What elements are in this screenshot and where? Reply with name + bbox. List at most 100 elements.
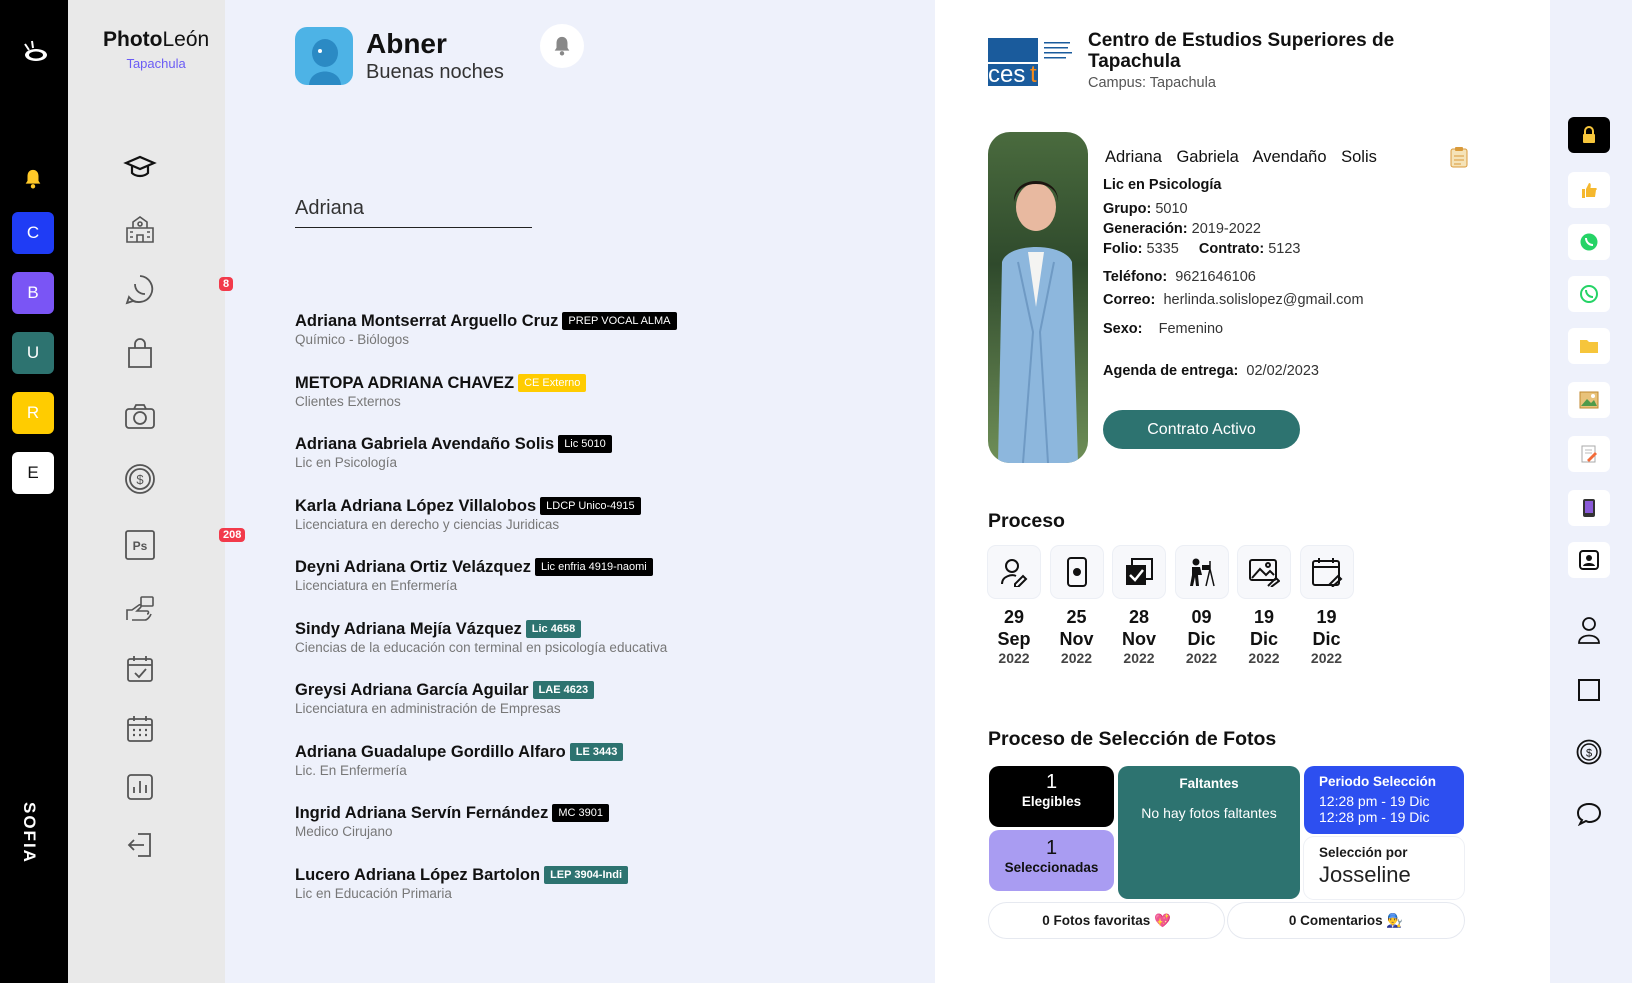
process-step[interactable]: 19 Dic 2022 [1238, 546, 1290, 666]
student-group: Grupo: 5010 [1103, 201, 1188, 217]
clipboard-icon[interactable] [1450, 146, 1468, 168]
svg-text:$: $ [1586, 748, 1592, 760]
selected-photos-card[interactable]: 1 Seleccionadas [989, 830, 1114, 891]
search-result-item[interactable]: Adriana Gabriela Avendaño Solis Lic 5010 L… [295, 435, 915, 497]
student-program: Lic en Psicología [1103, 177, 1222, 193]
workspace-c-button[interactable]: C [12, 212, 54, 254]
workspace-r-button[interactable]: R [12, 392, 54, 434]
svg-text:t: t [1030, 61, 1037, 86]
search-result-item[interactable]: Adriana Guadalupe Gordillo Alfaro LE 3443… [295, 742, 915, 805]
search-result-item[interactable]: Greysi Adriana García Aguilar LAE 4623 Lic… [295, 681, 915, 743]
user-icon[interactable] [1568, 612, 1610, 648]
missing-photos-card[interactable]: Faltantes No hay fotos faltantes [1118, 766, 1300, 899]
contact-card-icon[interactable] [1568, 542, 1610, 578]
result-name: Ingrid Adriana Servín Fernández [295, 804, 549, 822]
step-day: 29 [1003, 607, 1025, 627]
favorites-pill[interactable]: 0 Fotos favoritas 💖 [989, 903, 1224, 938]
process-step[interactable]: 19 Dic 2022 [1300, 546, 1353, 666]
step-year: 2022 [1185, 650, 1218, 666]
result-tag: LAE 4623 [532, 681, 595, 699]
school-building-icon[interactable] [123, 212, 157, 246]
result-name: Sindy Adriana Mejía Vázquez [295, 619, 522, 638]
result-tag: CE Externo [518, 373, 587, 392]
mobile-phone-icon[interactable] [1568, 490, 1610, 526]
comments-pill[interactable]: 0 Comentarios 👨‍🔧 [1228, 903, 1464, 938]
greeting-text: Buenas noches [366, 61, 504, 83]
result-program: Licenciatura en derecho y ciencias Jurid… [295, 516, 560, 532]
coin-icon[interactable]: $ [1568, 734, 1610, 770]
step-year: 2022 [1310, 650, 1343, 666]
eligible-photos-card[interactable]: 1 Elegibles [989, 766, 1114, 827]
student-photo[interactable] [988, 132, 1088, 463]
svg-text:Ps: Ps [133, 539, 148, 553]
graduation-cap-icon[interactable] [123, 150, 157, 184]
photographer-icon [1175, 546, 1228, 598]
step-year: 2022 [1248, 650, 1280, 666]
workspace-b-button[interactable]: B [12, 272, 54, 314]
process-step[interactable]: 09 Dic 2022 [1175, 546, 1228, 666]
workspace-e-button[interactable]: E [12, 452, 54, 494]
main-sidebar: PhotoLeón Tapachula 8 $ Ps 208 [68, 0, 246, 983]
dollar-coin-icon[interactable]: $ [123, 462, 157, 496]
photo-edit-icon [1238, 546, 1290, 598]
brand-logo[interactable]: PhotoLeón Tapachula [103, 28, 209, 71]
bar-chart-icon[interactable] [123, 770, 157, 804]
shopping-bag-icon[interactable] [123, 336, 157, 370]
student-full-name: Adriana Gabriela Avendaño Solis [1105, 148, 1377, 166]
hand-photo-icon[interactable] [123, 592, 157, 626]
result-name: Lucero Adriana López Bartolon [295, 865, 541, 884]
calendar-check-icon[interactable] [123, 652, 157, 686]
notifications-bell-icon[interactable] [22, 168, 44, 190]
search-result-item[interactable]: Lucero Adriana López Bartolon LEP 3904-In… [295, 865, 915, 928]
lock-icon[interactable] [1568, 117, 1610, 153]
process-step[interactable]: 28 Nov 2022 [1113, 546, 1165, 666]
bell-icon [554, 36, 570, 56]
result-name: Deyni Adriana Ortiz Velázquez [295, 558, 531, 576]
search-result-item[interactable]: Ingrid Adriana Servín Fernández MC 3901 Me… [295, 804, 915, 866]
process-step[interactable]: 25 Nov 2022 [1050, 546, 1103, 666]
result-name: Adriana Guadalupe Gordillo Alfaro [295, 742, 566, 761]
contract-status-button[interactable]: Contrato Activo [1103, 410, 1300, 449]
search-result-item[interactable]: Adriana Montserrat Arguello Cruz PREP VOC… [295, 312, 915, 374]
search-column: Abner Buenas noches Adriana Montserrat A… [225, 0, 935, 983]
app-logo-icon[interactable] [20, 38, 50, 66]
search-result-item[interactable]: Karla Adriana López Villalobos LDCP Unico… [295, 496, 915, 559]
whatsapp-green-icon[interactable] [1568, 224, 1610, 260]
workspace-u-button[interactable]: U [12, 332, 54, 374]
folder-icon[interactable] [1568, 328, 1610, 364]
user-name: Abner [366, 28, 447, 59]
calendar-grid-icon[interactable] [123, 712, 157, 746]
header-bell-button[interactable] [540, 24, 584, 68]
search-result-item[interactable]: METOPA ADRIANA CHAVEZ CE Externo Clientes … [295, 373, 915, 436]
search-result-item[interactable]: Deyni Adriana Ortiz Velázquez Lic enfria … [295, 558, 915, 620]
result-name: Karla Adriana López Villalobos [295, 496, 537, 515]
user-avatar[interactable] [295, 27, 353, 85]
photo-selection-title: Proceso de Selección de Fotos [988, 728, 1277, 750]
whatsapp-icon[interactable] [123, 272, 157, 306]
workspace-rail: C B U R E SOFIA [0, 0, 68, 983]
checklist-icon [1113, 546, 1165, 598]
result-program: Lic en Educación Primaria [295, 885, 452, 901]
search-result-item[interactable]: Sindy Adriana Mejía Vázquez Lic 4658 Cienc… [295, 619, 915, 682]
step-day: 19 [1316, 607, 1337, 627]
svg-text:$: $ [136, 472, 144, 487]
camera-icon[interactable] [123, 400, 157, 434]
brand-city: Tapachula [126, 56, 186, 71]
edit-document-icon[interactable] [1568, 436, 1610, 472]
process-step[interactable]: 29 Sep 2022 [988, 546, 1040, 666]
step-month: Sep [997, 629, 1031, 649]
photoshop-icon[interactable]: Ps [123, 528, 157, 562]
step-day: 25 [1066, 607, 1087, 627]
result-name: Greysi Adriana García Aguilar [295, 681, 529, 699]
result-tag: PREP VOCAL ALMA [562, 312, 677, 330]
logout-icon[interactable] [123, 828, 157, 862]
thumbs-up-icon[interactable] [1568, 172, 1610, 208]
image-icon[interactable] [1568, 382, 1610, 418]
chat-bubble-icon[interactable] [1568, 796, 1610, 832]
search-input[interactable] [295, 190, 532, 228]
actions-rail: $ [1550, 0, 1632, 983]
whatsapp-outline-icon[interactable] [1568, 276, 1610, 312]
square-icon[interactable] [1568, 672, 1610, 708]
step-day: 28 [1128, 607, 1150, 627]
step-day: 19 [1253, 607, 1275, 627]
